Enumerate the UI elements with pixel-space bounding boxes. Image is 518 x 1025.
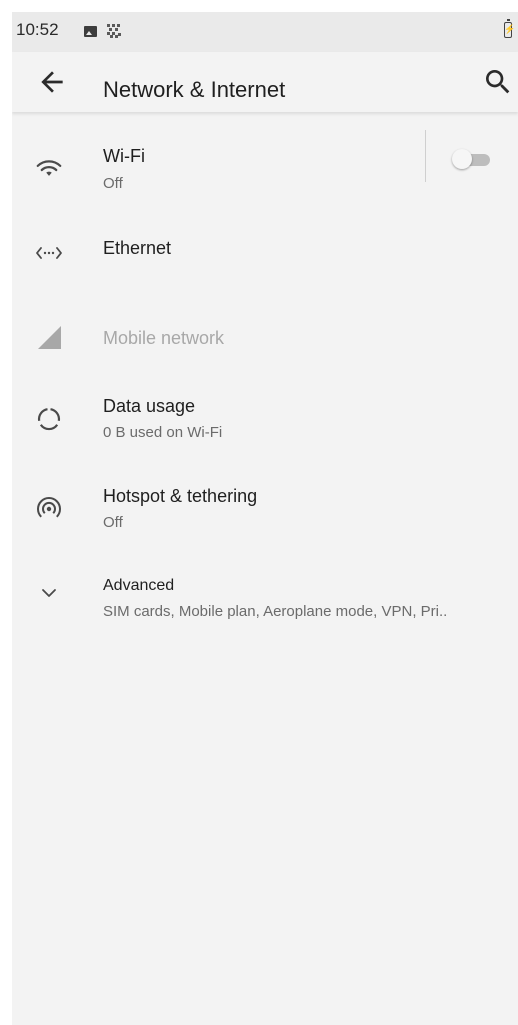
ethernet-title: Ethernet xyxy=(103,238,172,258)
hotspot-icon xyxy=(34,494,64,524)
wifi-icon xyxy=(34,154,64,184)
data-usage-title: Data usage xyxy=(103,396,196,416)
list-item-mobile-network[interactable]: Mobile network xyxy=(12,302,518,372)
list-item-wifi[interactable]: Wi-Fi Off xyxy=(12,124,518,192)
settings-screen: 10:52 Network & Internet xyxy=(12,12,518,1025)
advanced-title: Advanced xyxy=(103,577,175,594)
data-usage-subtitle: 0 B used on Wi-Fi xyxy=(103,424,223,441)
ethernet-icon xyxy=(34,238,64,268)
status-time: 10:52 xyxy=(16,20,59,39)
toggle-thumb xyxy=(452,149,472,169)
divider xyxy=(425,130,426,182)
data-usage-icon xyxy=(34,404,64,434)
app-bar: Network & Internet xyxy=(12,52,518,112)
status-bar: 10:52 xyxy=(12,12,518,52)
battery-charging-icon xyxy=(504,19,515,38)
list-item-advanced[interactable]: Advanced SIM cards, Mobile plan, Aeropla… xyxy=(12,555,518,635)
cell-signal-icon xyxy=(34,322,64,352)
list-item-hotspot[interactable]: Hotspot & tethering Off xyxy=(12,464,518,544)
qr-icon xyxy=(107,24,121,38)
hotspot-subtitle: Off xyxy=(103,514,123,531)
mobile-network-title: Mobile network xyxy=(103,328,225,348)
chevron-down-icon xyxy=(34,577,64,607)
search-icon xyxy=(486,70,510,94)
wifi-subtitle: Off xyxy=(103,175,123,192)
back-button[interactable] xyxy=(36,66,68,98)
wifi-toggle[interactable] xyxy=(452,146,492,172)
advanced-subtitle: SIM cards, Mobile plan, Aeroplane mode, … xyxy=(103,603,448,620)
hotspot-title: Hotspot & tethering xyxy=(103,486,258,506)
list-item-data-usage[interactable]: Data usage 0 B used on Wi-Fi xyxy=(12,374,518,454)
page-title: Network & Internet xyxy=(103,77,286,102)
search-button[interactable] xyxy=(482,66,514,98)
arrow-back-icon xyxy=(41,71,63,93)
wifi-title: Wi-Fi xyxy=(103,146,145,166)
image-icon xyxy=(84,26,97,37)
list-item-ethernet[interactable]: Ethernet xyxy=(12,212,518,282)
